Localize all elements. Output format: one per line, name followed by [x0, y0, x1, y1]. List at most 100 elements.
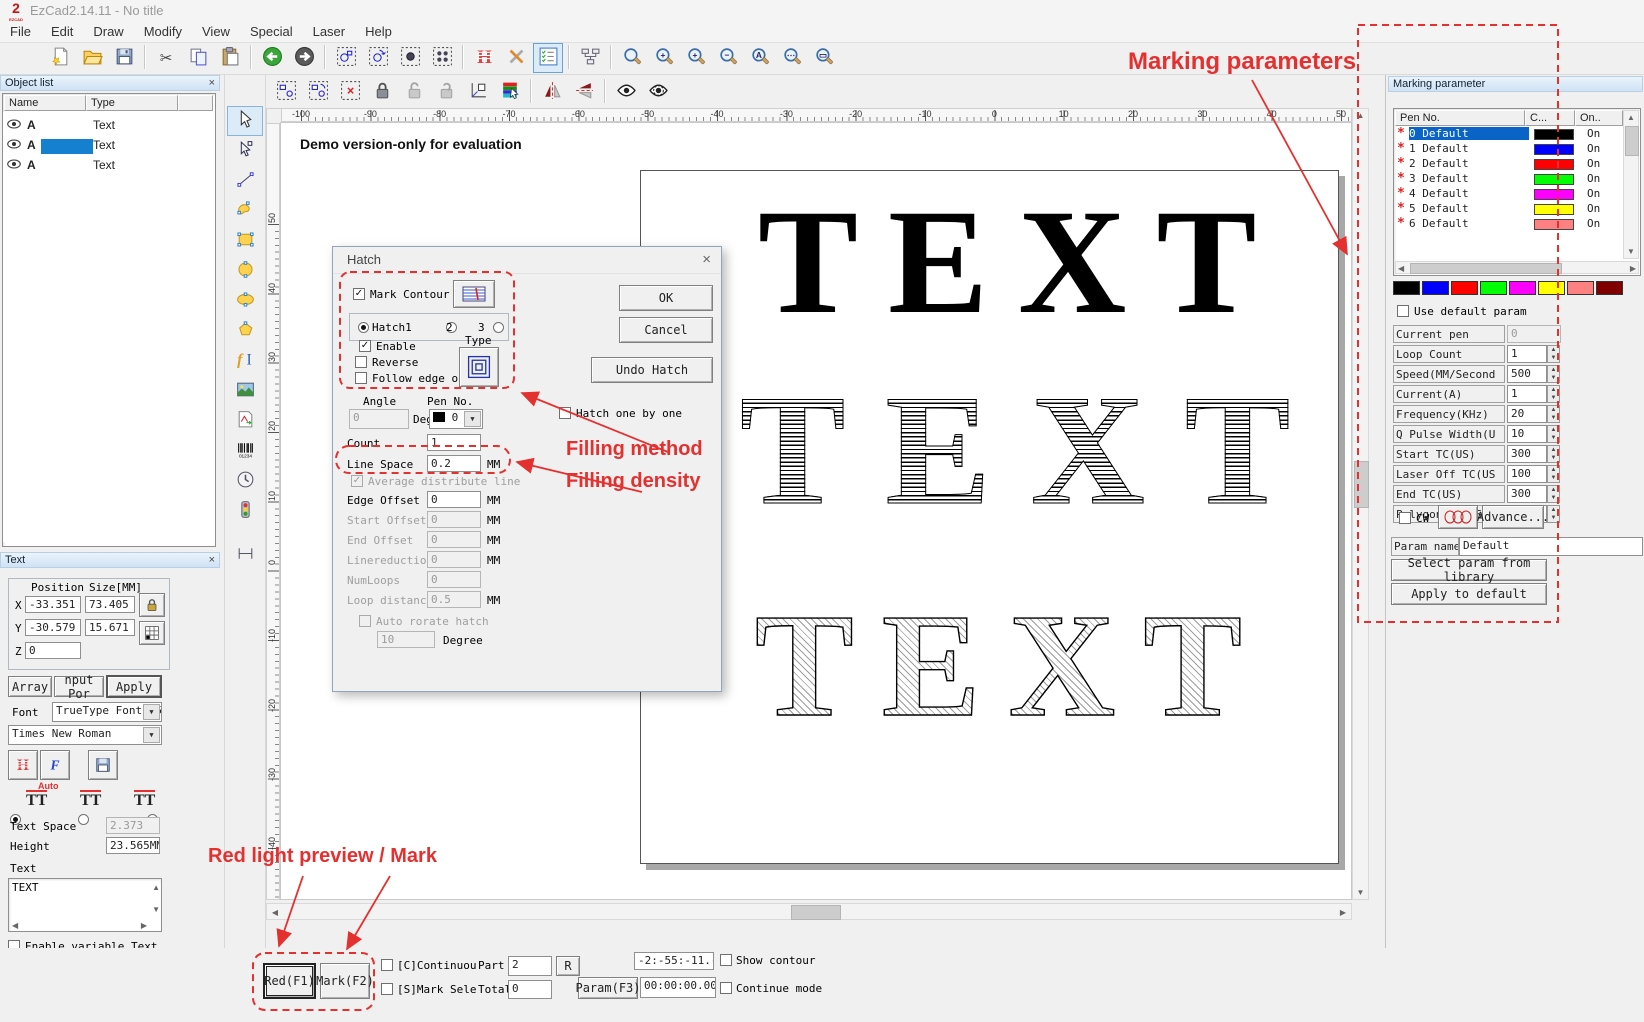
pen-on-state[interactable]: On: [1587, 142, 1600, 155]
pan-button[interactable]: +: [649, 43, 679, 73]
param-value-field[interactable]: 300: [1507, 445, 1547, 463]
scroll-up-icon[interactable]: ▲: [152, 883, 160, 892]
object-row[interactable]: AText: [7, 138, 36, 156]
tools-button[interactable]: [501, 43, 531, 73]
laser-test-button[interactable]: [1438, 505, 1478, 529]
spinner-icon[interactable]: ▲▼: [1547, 385, 1560, 403]
scroll-up-icon[interactable]: ▲: [1353, 111, 1368, 120]
zoom-window-button[interactable]: [617, 43, 647, 73]
object-row[interactable]: AText: [7, 158, 36, 176]
cw-checkbox[interactable]: [1399, 512, 1411, 524]
palette-swatch[interactable]: [1538, 281, 1565, 295]
object-list-close-icon[interactable]: ×: [209, 77, 215, 89]
spinner-icon[interactable]: ▲▼: [1547, 485, 1560, 503]
canvas-vscrollbar[interactable]: ▲ ▼: [1352, 108, 1369, 900]
pen-hscrollbar[interactable]: ◀ ▶: [1395, 261, 1639, 274]
param-value-field[interactable]: 1: [1507, 345, 1547, 363]
pen-row[interactable]: *0 DefaultOn: [1395, 126, 1623, 141]
tool-polygon[interactable]: [227, 316, 263, 346]
tool-text[interactable]: fI: [227, 346, 263, 376]
scroll-left-icon[interactable]: ◀: [12, 921, 18, 930]
height-field[interactable]: 23.565MM: [106, 837, 160, 854]
font-name-select[interactable]: Times New Roman▼: [8, 725, 162, 745]
pen-name[interactable]: 3 Default: [1409, 172, 1529, 185]
tool-rectangle[interactable]: [227, 226, 263, 256]
pen-vscrollbar[interactable]: ▲ ▼: [1623, 110, 1639, 259]
param-name-field[interactable]: Default: [1459, 537, 1643, 556]
save-file-button[interactable]: [109, 43, 139, 73]
chevron-down-icon[interactable]: ▼: [143, 704, 160, 720]
pen-on-state[interactable]: On: [1587, 187, 1600, 200]
reset-part-button[interactable]: R: [556, 956, 580, 976]
close-icon[interactable]: ×: [702, 251, 711, 268]
menu-help[interactable]: Help: [355, 22, 402, 41]
part-field[interactable]: 2: [508, 956, 552, 976]
text-object-hatched[interactable]: TEXT: [740, 372, 1330, 530]
palette-swatch[interactable]: [1451, 281, 1478, 295]
show-preview-button[interactable]: [611, 77, 641, 107]
z-position-field[interactable]: 0: [25, 642, 81, 659]
tool-line[interactable]: [227, 166, 263, 196]
param-value-field[interactable]: 20: [1507, 405, 1547, 423]
redo-button[interactable]: [289, 43, 319, 73]
transform-button[interactable]: [363, 43, 393, 73]
total-field[interactable]: 0: [508, 980, 552, 999]
ungroup-button[interactable]: [303, 77, 333, 107]
zoom-page-button[interactable]: ▭: [809, 43, 839, 73]
tool-circle[interactable]: [227, 256, 263, 286]
tool-barcode[interactable]: 01234: [227, 436, 263, 466]
pen-on-state[interactable]: On: [1587, 157, 1600, 170]
tool-extend[interactable]: [227, 540, 263, 570]
mark-contour-checkbox[interactable]: [353, 288, 365, 300]
x-position-field[interactable]: -33.351: [25, 596, 81, 613]
hscroll-thumb[interactable]: [791, 905, 841, 920]
advance-button[interactable]: Advance...: [1482, 505, 1544, 529]
ok-button[interactable]: OK: [619, 285, 713, 311]
spinner-icon[interactable]: ▲▼: [1547, 445, 1560, 463]
visible-eye-icon[interactable]: [7, 158, 21, 172]
pen-color-swatch[interactable]: [1534, 174, 1574, 185]
scroll-down-icon[interactable]: ▼: [1353, 888, 1368, 897]
tool-curve[interactable]: [227, 196, 263, 226]
red-light-button[interactable]: Red(F1): [263, 963, 316, 999]
param-value-field[interactable]: 100: [1507, 465, 1547, 483]
pen-name[interactable]: 4 Default: [1409, 187, 1529, 200]
cut-button[interactable]: ✂: [151, 43, 181, 73]
use-default-checkbox[interactable]: [1397, 305, 1409, 317]
menu-view[interactable]: View: [192, 22, 240, 41]
pen-select[interactable]: 0 ▼: [429, 409, 483, 429]
menu-draw[interactable]: Draw: [83, 22, 133, 41]
zoom-in-button[interactable]: +: [681, 43, 711, 73]
param-value-field[interactable]: 300: [1507, 485, 1547, 503]
mark-button[interactable]: Mark(F2): [320, 963, 370, 999]
menu-edit[interactable]: Edit: [41, 22, 83, 41]
hatch3-radio[interactable]: [493, 322, 504, 333]
select-param-button[interactable]: Select param from library: [1391, 559, 1547, 581]
pen-row[interactable]: *6 DefaultOn: [1395, 216, 1623, 231]
hatch-one-checkbox[interactable]: [559, 407, 571, 419]
scroll-right-icon[interactable]: ▶: [1337, 908, 1349, 917]
tool-delay[interactable]: [227, 466, 263, 496]
lock-button[interactable]: [367, 77, 397, 107]
scroll-left-icon[interactable]: ◀: [1398, 264, 1404, 273]
tool-node-edit[interactable]: [227, 136, 263, 166]
pen-color-swatch[interactable]: [1534, 219, 1574, 230]
pen-name[interactable]: 6 Default: [1409, 217, 1529, 230]
text-object-contour[interactable]: TEXT: [755, 592, 1270, 740]
palette-swatch[interactable]: [1596, 281, 1623, 295]
pen-on-state[interactable]: On: [1587, 127, 1600, 140]
pen-vscroll-thumb[interactable]: [1625, 126, 1639, 156]
pen-row[interactable]: *3 DefaultOn: [1395, 171, 1623, 186]
pen-row[interactable]: *1 DefaultOn: [1395, 141, 1623, 156]
tool-input-output[interactable]: [227, 496, 263, 526]
tool-select[interactable]: [227, 106, 263, 136]
chevron-down-icon[interactable]: ▼: [464, 411, 481, 427]
pen-name[interactable]: 1 Default: [1409, 142, 1529, 155]
lock-ratio-button[interactable]: [139, 593, 165, 617]
spinner-icon[interactable]: ▲▼: [1547, 425, 1560, 443]
param-value-field[interactable]: 10: [1507, 425, 1547, 443]
enable-checkbox[interactable]: [359, 340, 371, 352]
palette-swatch[interactable]: [1480, 281, 1507, 295]
scroll-up-icon[interactable]: ▲: [1624, 113, 1638, 122]
y-position-field[interactable]: -30.579: [25, 619, 81, 636]
